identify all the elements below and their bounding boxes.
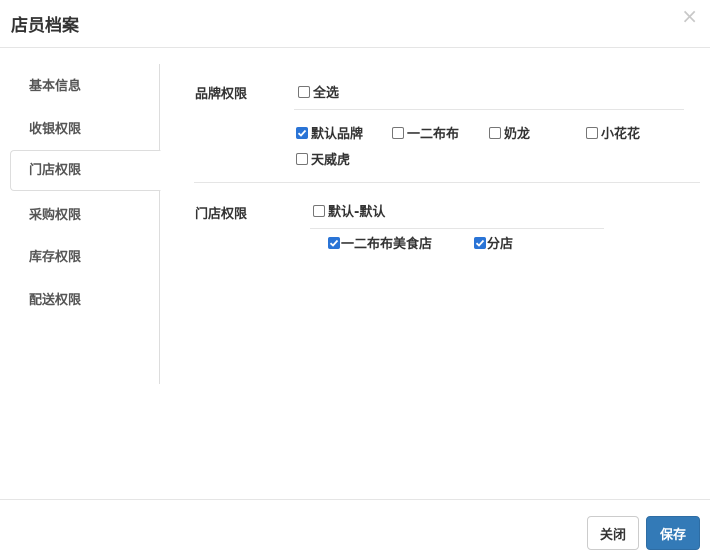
checkbox-label: 分店 [487,237,514,252]
close-icon[interactable]: × [681,6,698,26]
checkbox-label: 默认品牌 [311,127,364,142]
save-button[interactable]: 保存 [646,516,700,550]
store-permission-label: 门店权限 [195,207,248,222]
checkbox-label: 小花花 [601,127,641,142]
divider [310,228,604,229]
checkbox-label: 全选 [313,86,340,101]
checkbox-icon[interactable] [296,152,308,165]
checkbox-checked-icon[interactable] [296,126,308,139]
brand-option-nailong-checkbox[interactable]: 奶龙 [489,123,530,142]
checkbox-icon[interactable] [298,85,310,98]
brand-option-xiaohuahua-checkbox[interactable]: 小花花 [586,123,640,142]
checkbox-label: 默认-默认 [328,205,386,220]
left-nav: 基本信息 收银权限 门店权限 采购权限 库存权限 配送权限 [10,64,161,384]
checkbox-label: 天威虎 [311,153,351,168]
checkbox-icon[interactable] [586,126,598,139]
checkbox-icon[interactable] [313,204,325,217]
nav-item-store-permission[interactable]: 门店权限 [10,150,161,191]
checkbox-label: 奶龙 [504,127,531,142]
nav-item-cashier-permission[interactable]: 收银权限 [10,109,160,150]
brand-option-tianweihu-checkbox[interactable]: 天威虎 [296,149,350,168]
checkbox-icon[interactable] [392,126,404,139]
nav-item-inventory-permission[interactable]: 库存权限 [10,237,160,278]
brand-option-yierbubu-checkbox[interactable]: 一二布布 [392,123,459,142]
dialog-footer: 关闭 保存 [0,499,710,557]
dialog-header: 店员档案 × [0,0,710,48]
brand-option-default-checkbox[interactable]: 默认品牌 [296,123,363,142]
brand-permission-label: 品牌权限 [195,87,248,102]
close-button[interactable]: 关闭 [587,516,639,550]
nav-item-purchase-permission[interactable]: 采购权限 [10,195,160,236]
checkbox-label: 一二布布美食店 [341,237,433,252]
store-option-yierbubu-food-checkbox[interactable]: 一二布布美食店 [328,233,432,252]
nav-item-basic-info[interactable]: 基本信息 [10,66,160,107]
nav-item-delivery-permission[interactable]: 配送权限 [10,280,160,321]
checkbox-label: 一二布布 [407,127,460,142]
section-divider [194,182,700,183]
store-group-default-checkbox[interactable]: 默认-默认 [313,201,385,220]
store-option-branch-checkbox[interactable]: 分店 [474,233,513,252]
divider [294,109,684,110]
checkbox-icon[interactable] [489,126,501,139]
brand-select-all-checkbox[interactable]: 全选 [298,82,339,101]
checkbox-checked-icon[interactable] [328,236,340,249]
dialog-title: 店员档案 [11,16,79,36]
checkbox-checked-icon[interactable] [474,236,486,249]
